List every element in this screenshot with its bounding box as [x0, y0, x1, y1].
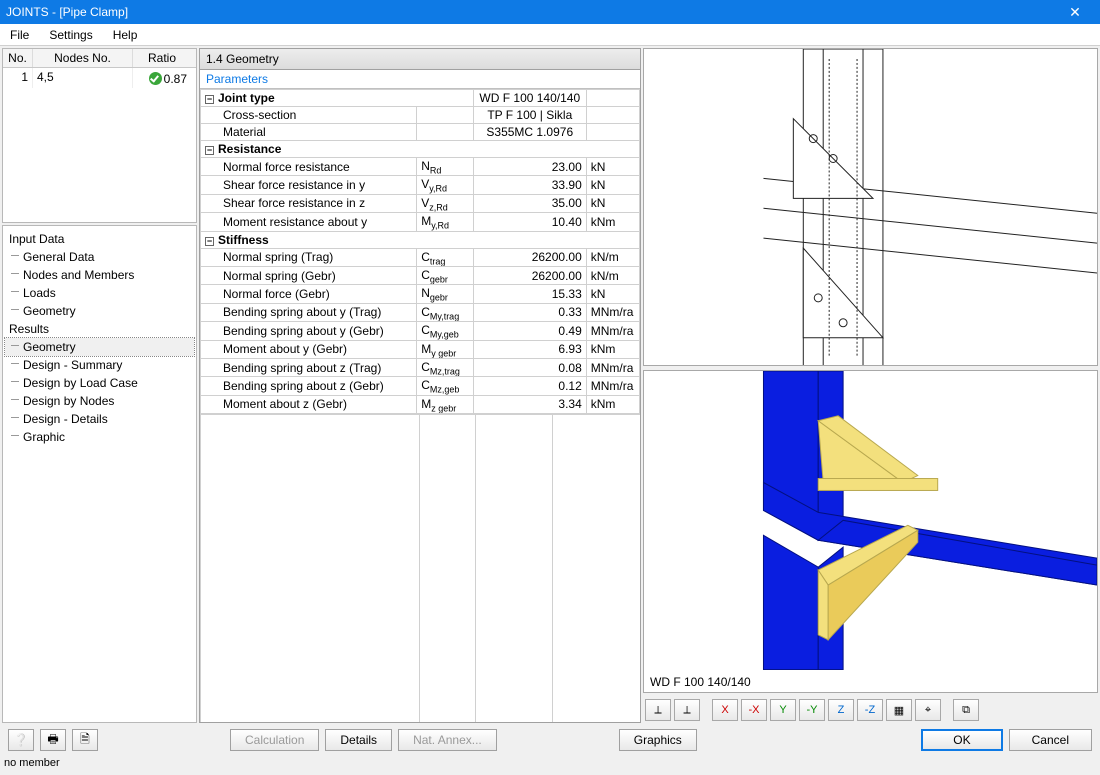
tree-results-graphic[interactable]: Graphic — [5, 428, 194, 446]
col-no: No. — [3, 49, 33, 67]
view-neg-z-icon[interactable]: -Z — [857, 699, 883, 721]
node-row-ratio: 0.87 — [133, 68, 191, 88]
print-icon[interactable]: 🖶 — [40, 729, 66, 751]
cancel-button[interactable]: Cancel — [1009, 729, 1092, 751]
parameters-table: −Joint typeWD F 100 140/140 Cross-sectio… — [200, 89, 640, 414]
details-button[interactable]: Details — [325, 729, 392, 751]
view-x-icon[interactable]: X — [712, 699, 738, 721]
tree-nodes-members[interactable]: Nodes and Members — [5, 266, 194, 284]
status-bar: no member — [0, 757, 1100, 775]
help-icon[interactable]: ❔ — [8, 729, 34, 751]
view-copy-icon[interactable]: ⧉ — [953, 699, 979, 721]
view-zoom-icon[interactable]: ⌖ — [915, 699, 941, 721]
menubar: File Settings Help — [0, 24, 1100, 46]
tree-loads[interactable]: Loads — [5, 284, 194, 302]
ok-button[interactable]: OK — [921, 729, 1002, 751]
tree-geometry[interactable]: Geometry — [5, 302, 194, 320]
tree-input-data[interactable]: Input Data — [5, 230, 194, 248]
render-label: WD F 100 140/140 — [650, 675, 751, 689]
close-icon[interactable]: ✕ — [1056, 0, 1094, 24]
menu-file[interactable]: File — [0, 24, 39, 46]
view-neg-y-icon[interactable]: -Y — [799, 699, 825, 721]
parameters-header: Parameters — [200, 70, 640, 89]
navigator-tree: Input Data General Data Nodes and Member… — [2, 225, 197, 723]
view-iso-icon[interactable]: ⟂ — [645, 699, 671, 721]
bottom-button-bar: ❔ 🖶 🗎 Calculation Details Nat. Annex... … — [0, 725, 1100, 757]
node-list-panel: No. Nodes No. Ratio 1 4,5 0.87 — [2, 48, 197, 223]
collapse-icon[interactable]: − — [205, 95, 214, 104]
nat-annex-button[interactable]: Nat. Annex... — [398, 729, 497, 751]
check-ok-icon — [149, 72, 162, 85]
col-nodes: Nodes No. — [33, 49, 133, 67]
tree-results-loadcase[interactable]: Design by Load Case — [5, 374, 194, 392]
view-y-icon[interactable]: Y — [770, 699, 796, 721]
menu-settings[interactable]: Settings — [39, 24, 102, 46]
tree-results[interactable]: Results — [5, 320, 194, 338]
calculation-button[interactable]: Calculation — [230, 729, 319, 751]
graphics-button[interactable]: Graphics — [619, 729, 697, 751]
tree-general-data[interactable]: General Data — [5, 248, 194, 266]
node-row[interactable]: 1 4,5 0.87 — [3, 68, 196, 88]
tree-results-nodes[interactable]: Design by Nodes — [5, 392, 194, 410]
3d-render-view[interactable]: WD F 100 140/140 — [643, 370, 1098, 693]
table-empty-area — [200, 414, 640, 722]
node-list-header: No. Nodes No. Ratio — [3, 49, 196, 68]
titlebar: JOINTS - [Pipe Clamp] ✕ — [0, 0, 1100, 24]
tree-results-details[interactable]: Design - Details — [5, 410, 194, 428]
view-z-icon[interactable]: Z — [828, 699, 854, 721]
view-toolbar: ⟂ ⟂ X -X Y -Y Z -Z ▦ ⌖ ⧉ — [643, 697, 1098, 723]
collapse-icon[interactable]: − — [205, 237, 214, 246]
panel-title: 1.4 Geometry — [199, 48, 641, 70]
view-cube-icon[interactable]: ▦ — [886, 699, 912, 721]
col-ratio: Ratio — [133, 49, 191, 67]
technical-drawing-view[interactable] — [643, 48, 1098, 366]
tree-results-geometry[interactable]: Geometry — [5, 338, 194, 356]
collapse-icon[interactable]: − — [205, 146, 214, 155]
menu-help[interactable]: Help — [103, 24, 148, 46]
node-row-no: 1 — [3, 68, 33, 88]
export-icon[interactable]: 🗎 — [72, 729, 98, 751]
node-row-nodes: 4,5 — [33, 68, 133, 88]
view-neg-x-icon[interactable]: -X — [741, 699, 767, 721]
view-persp-icon[interactable]: ⟂ — [674, 699, 700, 721]
tree-results-summary[interactable]: Design - Summary — [5, 356, 194, 374]
window-title: JOINTS - [Pipe Clamp] — [6, 5, 1056, 19]
